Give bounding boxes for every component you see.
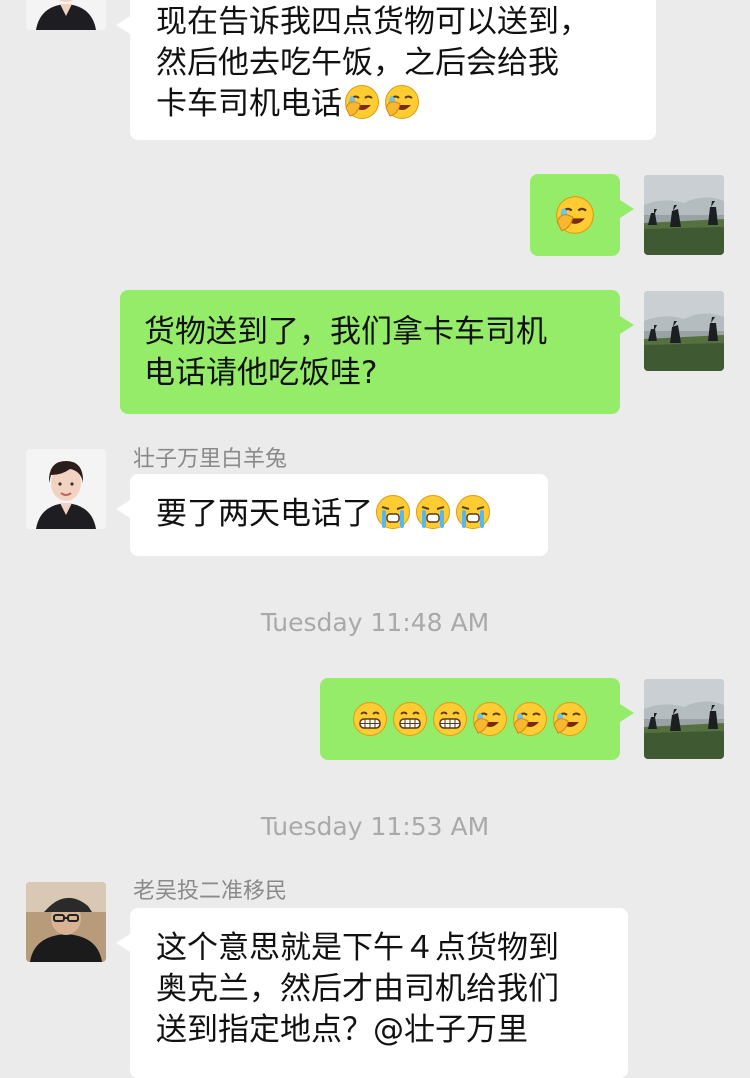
message-text: 要了两天电话了	[156, 496, 373, 532]
facepalm-laugh-icon	[512, 701, 548, 737]
facepalm-laugh-icon	[344, 84, 380, 120]
message-bubble-incoming[interactable]: 这个意思就是下午４点货物到 奥克兰，然后才由司机给我们 送到指定地点？@壮子万里	[116, 908, 628, 1078]
message-bubble-outgoing[interactable]	[320, 678, 634, 760]
timestamp: Tuesday 11:48 AM	[260, 608, 490, 637]
self-avatar[interactable]	[644, 679, 724, 759]
grin-icon	[352, 701, 388, 737]
self-avatar[interactable]	[644, 175, 724, 255]
message-bubble-incoming[interactable]: 要了两天电话了	[116, 474, 548, 556]
message-bubble-incoming[interactable]: 现在告诉我四点货物可以送到， 然后他去吃午饭，之后会给我 卡车司机电话	[116, 0, 656, 140]
contact-avatar[interactable]	[26, 0, 106, 30]
message-text: 这个意思就是下午４点货物到 奥克兰，然后才由司机给我们 送到指定地点？@壮子万里	[156, 930, 559, 1048]
contact-avatar[interactable]	[26, 882, 106, 962]
crying-icon	[455, 494, 491, 530]
crying-icon	[375, 494, 411, 530]
facepalm-laugh-icon	[384, 84, 420, 120]
message-bubble-outgoing[interactable]: 货物送到了，我们拿卡车司机 电话请他吃饭哇?	[120, 290, 634, 414]
facepalm-laugh-icon	[555, 195, 595, 235]
self-avatar[interactable]	[644, 291, 724, 371]
facepalm-laugh-icon	[552, 701, 588, 737]
timestamp: Tuesday 11:53 AM	[260, 812, 490, 841]
facepalm-laugh-icon	[472, 701, 508, 737]
sender-name: 老吴投二准移民	[133, 879, 288, 904]
crying-icon	[415, 494, 451, 530]
sender-name: 壮子万里白羊兔	[133, 447, 288, 472]
grin-icon	[392, 701, 428, 737]
message-text: 货物送到了，我们拿卡车司机 电话请他吃饭哇?	[144, 314, 547, 391]
contact-avatar[interactable]	[26, 449, 106, 529]
grin-icon	[432, 701, 468, 737]
message-bubble-outgoing[interactable]	[530, 174, 634, 256]
